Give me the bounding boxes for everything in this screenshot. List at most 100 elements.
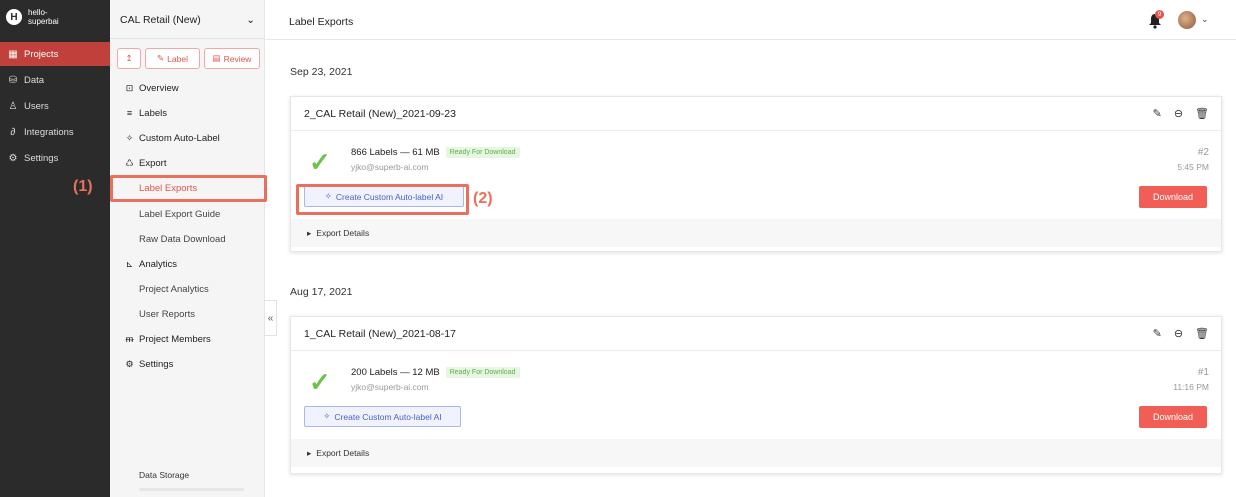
- nav-label: Raw Data Download: [139, 233, 226, 245]
- analytics-icon: ⊾: [125, 258, 134, 269]
- export-details-label: Export Details: [316, 448, 370, 458]
- create-custom-auto-label-button[interactable]: ✧ Create Custom Auto-label AI: [304, 406, 461, 427]
- users-icon: ♙: [8, 100, 18, 112]
- list-icon: ≡: [126, 108, 133, 118]
- export-number: #2: [1197, 147, 1209, 158]
- nav-settings[interactable]: ⚙ Settings: [110, 354, 265, 374]
- nav-user-reports[interactable]: User Reports: [110, 304, 265, 324]
- projects-icon: ▦: [8, 48, 18, 60]
- rail-item-integrations[interactable]: ∂ Integrations: [0, 120, 110, 144]
- avatar[interactable]: [1178, 11, 1196, 29]
- settings-icon: ⚙: [8, 152, 18, 164]
- nav-overview[interactable]: ⊡ Overview: [110, 78, 265, 98]
- upload-icon: ↥: [125, 53, 133, 63]
- caret-right-icon: ▸: [307, 447, 312, 458]
- workspace-avatar: H: [6, 9, 22, 25]
- checkmark-icon: ✓: [309, 367, 331, 397]
- edit-icon[interactable]: ✎: [1153, 327, 1162, 340]
- notifications-button[interactable]: 9: [1148, 10, 1164, 29]
- nav-label: Project Analytics: [139, 283, 209, 295]
- callout-2: (2): [473, 190, 493, 207]
- divider: [110, 38, 265, 39]
- workspace-name-line2: superbai: [28, 17, 59, 26]
- rail-item-label: Users: [24, 100, 49, 112]
- rail-item-users[interactable]: ♙ Users: [0, 94, 110, 118]
- main-rail: H hello- superbai ▦ Projects ⛁ Data ♙ Us…: [0, 0, 110, 497]
- review-button[interactable]: ▤ Review: [204, 48, 260, 69]
- nav-label: Project Members: [139, 333, 211, 345]
- export-time: 5:45 PM: [1177, 162, 1209, 172]
- project-sidebar: CAL Retail (New) ⌄ ↥ ✎ Label ▤ Review ⊡ …: [110, 0, 265, 497]
- export-details-label: Export Details: [316, 228, 370, 238]
- export-creator-email: yjko@superb-ai.com: [351, 162, 429, 172]
- trash-icon[interactable]: 🗑: [1195, 107, 1209, 120]
- chevron-down-icon: ⌄: [246, 14, 255, 26]
- nav-label: Settings: [139, 358, 174, 370]
- callout-1: (1): [73, 178, 93, 195]
- nav-analytics[interactable]: ⊾ Analytics: [110, 254, 265, 274]
- overview-icon: ⊡: [125, 82, 134, 93]
- review-button-text: Review: [223, 53, 252, 64]
- collapse-sidebar-button[interactable]: «: [265, 300, 277, 336]
- upload-button[interactable]: ↥: [117, 48, 141, 69]
- status-badge: Ready For Download: [445, 147, 520, 158]
- nav-project-analytics[interactable]: Project Analytics: [110, 279, 265, 299]
- label-button-text: Label: [167, 53, 188, 64]
- notification-count-badge: 9: [1155, 10, 1164, 19]
- data-storage-bar: [139, 488, 244, 491]
- pencil-icon: ✎: [157, 53, 165, 63]
- export-card: 2_CAL Retail (New)_2021-09-23 ✎ ⊖ 🗑 ✓ 86…: [290, 96, 1222, 252]
- export-time: 11:16 PM: [1173, 382, 1209, 392]
- checkmark-icon: ✓: [309, 147, 331, 177]
- link-icon[interactable]: ⊖: [1174, 107, 1183, 120]
- nav-custom-auto-label[interactable]: ✧ Custom Auto-Label: [110, 128, 265, 148]
- export-creator-email: yjko@superb-ai.com: [351, 382, 429, 392]
- export-details-toggle[interactable]: ▸ Export Details: [291, 439, 1221, 467]
- nav-labels[interactable]: ≡ Labels: [110, 103, 265, 123]
- workspace-switcher[interactable]: H hello- superbai: [6, 8, 59, 26]
- nav-label-export-guide[interactable]: Label Export Guide: [110, 204, 265, 224]
- status-badge: Ready For Download: [445, 367, 520, 378]
- rail-item-projects[interactable]: ▦ Projects: [0, 42, 110, 66]
- export-name: 2_CAL Retail (New)_2021-09-23: [304, 107, 456, 120]
- export-card-header: 2_CAL Retail (New)_2021-09-23: [291, 97, 1221, 131]
- nav-raw-data-download[interactable]: Raw Data Download: [110, 229, 265, 249]
- nav-label: Label Export Guide: [139, 208, 221, 220]
- gear-icon: ⚙: [125, 358, 134, 369]
- rail-item-settings[interactable]: ⚙ Settings: [0, 146, 110, 170]
- chevron-down-icon[interactable]: ⌄: [1201, 14, 1209, 25]
- nav-label: Custom Auto-Label: [139, 132, 220, 144]
- sparkle-icon: ✧: [125, 132, 134, 143]
- caret-right-icon: ▸: [307, 227, 312, 238]
- create-custom-auto-label-text: Create Custom Auto-label AI: [334, 411, 442, 422]
- highlight-box-1: [110, 175, 267, 202]
- download-button[interactable]: Download: [1139, 406, 1207, 428]
- workspace-name-line1: hello-: [28, 8, 48, 17]
- page-title: Label Exports: [289, 16, 354, 28]
- nav-label: Export: [139, 157, 167, 169]
- export-summary: 866 Labels — 61 MB: [351, 147, 440, 158]
- double-chevron-left-icon: «: [267, 312, 274, 324]
- members-icon: ᵯ: [125, 334, 134, 344]
- label-button[interactable]: ✎ Label: [145, 48, 200, 69]
- project-name: CAL Retail (New): [120, 14, 201, 26]
- trash-icon[interactable]: 🗑: [1195, 327, 1209, 340]
- export-number: #1: [1197, 367, 1209, 378]
- project-selector[interactable]: CAL Retail (New) ⌄: [120, 14, 255, 26]
- rail-item-label: Projects: [24, 48, 59, 60]
- review-icon: ▤: [212, 53, 221, 63]
- link-icon[interactable]: ⊖: [1174, 327, 1183, 340]
- rail-item-data[interactable]: ⛁ Data: [0, 68, 110, 92]
- export-date-heading: Aug 17, 2021: [290, 286, 353, 298]
- rail-item-label: Settings: [24, 152, 59, 164]
- export-card: 1_CAL Retail (New)_2021-08-17 ✎ ⊖ 🗑 ✓ 20…: [290, 316, 1222, 474]
- export-details-toggle[interactable]: ▸ Export Details: [291, 219, 1221, 247]
- nav-label: User Reports: [139, 308, 195, 320]
- nav-export[interactable]: ♺ Export: [110, 153, 265, 173]
- data-storage-label: Data Storage: [139, 470, 190, 480]
- download-button[interactable]: Download: [1139, 186, 1207, 208]
- edit-icon[interactable]: ✎: [1153, 107, 1162, 120]
- export-card-header: 1_CAL Retail (New)_2021-08-17: [291, 317, 1221, 351]
- integrations-icon: ∂: [10, 126, 16, 138]
- nav-project-members[interactable]: ᵯ Project Members: [110, 329, 265, 349]
